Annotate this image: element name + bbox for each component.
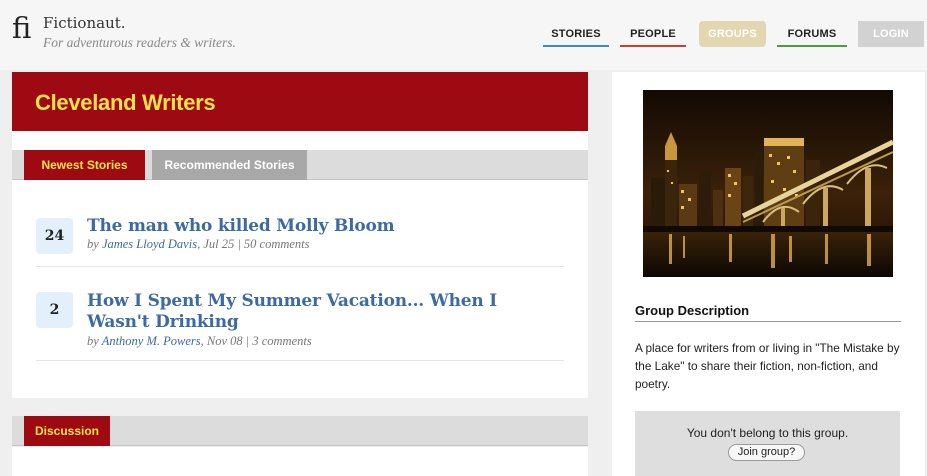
story-divider (36, 360, 564, 361)
story-meta-separator: | (234, 237, 244, 251)
group-title-banner: Cleveland Writers (12, 72, 588, 131)
nav-groups[interactable]: GROUPS (699, 21, 766, 47)
city-skyline-icon (643, 90, 893, 277)
story-title-link[interactable]: How I Spent My Summer Vacation... When I… (87, 291, 557, 333)
story-date: , Jul 25 (197, 237, 235, 251)
nav-stories[interactable]: STORIES (543, 21, 609, 47)
story-comment-count: 2 (36, 292, 73, 328)
story-meta: by James Lloyd Davis, Jul 25 | 50 commen… (87, 237, 310, 252)
discussion-panel (12, 447, 588, 476)
story-author-link[interactable]: Anthony M. Powers (102, 334, 201, 348)
fictionaut-logo-icon[interactable]: fi (12, 14, 31, 43)
nav-forums[interactable]: FORUMS (777, 21, 847, 47)
membership-status: You don't belong to this group. (686, 426, 849, 440)
site-tagline: For adventurous readers & writers. (43, 35, 236, 50)
story-date: , Nov 08 (200, 334, 243, 348)
discussion-tabs: Discussion (12, 416, 588, 446)
site-header: fi Fictionaut. For adventurous readers &… (0, 0, 927, 70)
group-description-heading: Group Description (635, 303, 901, 322)
tab-recommended-stories[interactable]: Recommended Stories (152, 150, 307, 180)
tab-newest-stories[interactable]: Newest Stories (24, 150, 145, 180)
story-meta-separator: | (242, 334, 253, 348)
story-comments-link[interactable]: 3 comments (252, 334, 311, 348)
story-tabs: Newest Stories Recommended Stories (12, 150, 588, 180)
story-by: by (87, 334, 102, 348)
city-skyline-photo (643, 90, 893, 277)
story-title-link[interactable]: The man who killed Molly Bloom (87, 216, 557, 237)
join-group-button[interactable]: Join group? (728, 444, 805, 461)
site-brand[interactable]: Fictionaut. (43, 14, 126, 32)
story-comment-count: 24 (36, 218, 73, 254)
story-comments-link[interactable]: 50 comments (244, 237, 310, 251)
nav-login[interactable]: LOGIN (858, 21, 924, 47)
story-author-link[interactable]: James Lloyd Davis (102, 237, 197, 251)
membership-box: You don't belong to this group. Join gro… (635, 411, 900, 476)
story-by: by (87, 237, 102, 251)
story-meta: by Anthony M. Powers, Nov 08 | 3 comment… (87, 334, 312, 349)
story-divider (36, 266, 564, 267)
nav-people[interactable]: PEOPLE (620, 21, 686, 47)
group-description-text: A place for writers from or living in "T… (635, 341, 900, 391)
group-title: Cleveland Writers (35, 90, 216, 115)
tab-discussion[interactable]: Discussion (24, 416, 110, 446)
